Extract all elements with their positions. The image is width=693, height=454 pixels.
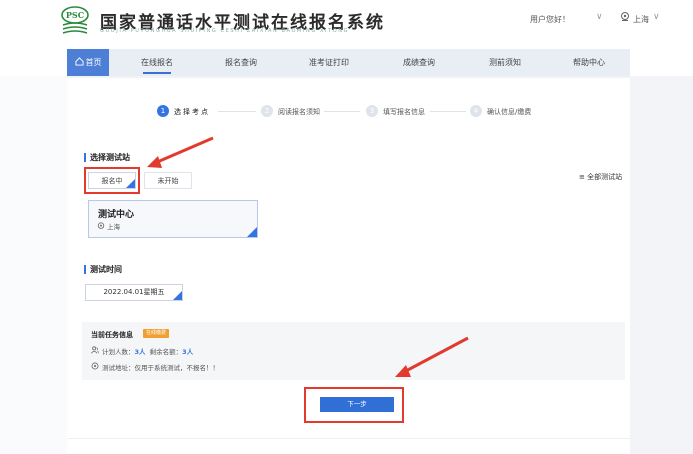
annotation-arrowhead-icon [147, 156, 162, 168]
quota-line: 计划人数：3人 剩余名额：3人 [102, 346, 193, 356]
date-label: 2022.04.01星期五 [103, 288, 165, 296]
step-2-label: 阅读报名须知 [278, 108, 320, 116]
step-4-indicator: 4 [470, 105, 482, 117]
annotation-arrow-line [154, 136, 214, 165]
selected-corner-icon [247, 227, 257, 237]
nav-item-pre-test-notice[interactable]: 测前须知 [483, 49, 527, 76]
time-section-title: 测试时间 [90, 265, 122, 274]
nav-item-help-center[interactable]: 帮助中心 [567, 49, 611, 76]
divider [0, 76, 693, 78]
location-icon [621, 12, 629, 21]
page-gutter [630, 76, 693, 454]
step-2-indicator: 2 [261, 105, 273, 117]
status-badge: 在线缴费 [143, 329, 170, 338]
station-section-title: 选择测试站 [90, 153, 130, 162]
annotation-highlight-box [84, 167, 140, 194]
tab-not-started[interactable]: 未开始 [144, 172, 192, 189]
user-menu[interactable]: 用户您好！ [530, 14, 570, 25]
plan-value: 3人 [134, 348, 146, 356]
station-name: 测试中心 [98, 210, 135, 220]
section-marker [84, 265, 86, 274]
location-selector[interactable]: 上海 [633, 14, 649, 25]
home-icon [74, 57, 84, 66]
all-stations-link[interactable]: ≡ 全部测试站 [579, 172, 622, 182]
step-connector [430, 111, 466, 112]
step-3-indicator: 3 [366, 105, 378, 117]
nav-item-score-query[interactable]: 成绩查询 [397, 49, 441, 76]
svg-text:PSC: PSC [66, 10, 84, 20]
date-option[interactable]: 2022.04.01星期五 [85, 284, 183, 301]
people-icon [91, 346, 99, 354]
plan-label: 计划人数： [102, 348, 135, 356]
main-nav: 首页 在线报名 报名查询 准考证打印 成绩查询 测前须知 帮助中心 [67, 49, 630, 76]
nav-label: 首页 [85, 58, 102, 67]
nav-item-home[interactable]: 首页 [67, 49, 109, 76]
step-connector [324, 111, 360, 112]
step-3-label: 填写报名信息 [383, 108, 425, 116]
nav-item-admission-ticket[interactable]: 准考证打印 [303, 49, 355, 76]
remain-value: 3人 [182, 348, 194, 356]
page-gutter [0, 76, 67, 454]
selected-corner-icon [173, 291, 182, 300]
test-address: 测试地址：仅用于系统测试，不报名！！ [102, 364, 219, 372]
site-subtitle: GUOJIA PUTONGHUA SHUIPING CESHI ZAIXIAN … [100, 28, 350, 34]
location-icon [91, 362, 99, 370]
nav-item-registration-query[interactable]: 报名查询 [219, 49, 263, 76]
station-location: 上海 [107, 223, 120, 231]
step-1-label: 选择考点 [174, 108, 210, 116]
step-4-label: 确认信息/缴费 [487, 108, 532, 116]
task-info-title: 当前任务信息 [91, 331, 133, 339]
section-marker [84, 153, 86, 162]
step-1-indicator: 1 [157, 105, 169, 117]
remain-label: 剩余名额： [149, 348, 183, 356]
nav-item-online-registration[interactable]: 在线报名 [135, 49, 179, 76]
chevron-down-icon[interactable]: ∨ [653, 12, 660, 22]
divider [67, 438, 630, 439]
chevron-down-icon[interactable]: ∨ [596, 12, 603, 22]
psc-logo: PSC [61, 6, 89, 34]
location-icon [97, 222, 105, 229]
annotation-highlight-box [304, 387, 404, 423]
step-connector [218, 111, 256, 112]
